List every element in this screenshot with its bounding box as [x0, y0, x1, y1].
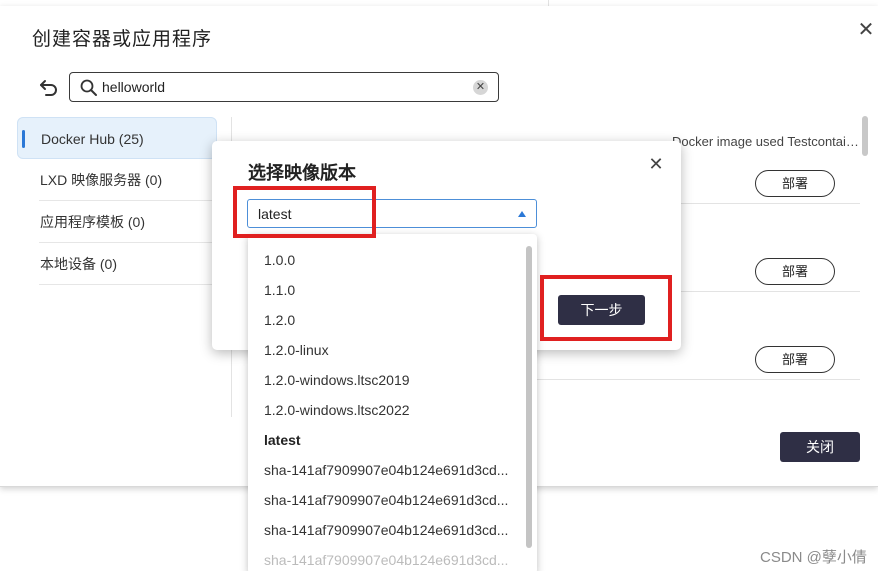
version-option[interactable]: sha-141af7909907e04b124e691d3cd... [248, 455, 518, 485]
annotation-highlight-select [233, 186, 376, 238]
deploy-button[interactable]: 部署 [755, 170, 835, 197]
close-button[interactable]: 关闭 [780, 432, 860, 462]
version-option-selected[interactable]: latest [248, 425, 518, 455]
dropdown-scrollbar[interactable] [526, 246, 532, 548]
source-sidebar: Docker Hub (25) LXD 映像服务器 (0) 应用程序模板 (0)… [17, 117, 217, 285]
annotation-highlight-next [540, 275, 672, 341]
version-option[interactable]: 1.2.0-windows.ltsc2019 [248, 365, 518, 395]
sidebar-item-local-devices[interactable]: 本地设备 (0) [39, 243, 217, 285]
version-option[interactable]: 1.2.0-windows.ltsc2022 [248, 395, 518, 425]
watermark: CSDN @孽小倩 [760, 549, 867, 566]
clear-search-icon[interactable]: ✕ [473, 80, 488, 95]
results-scrollbar[interactable] [862, 116, 868, 156]
sidebar-item-lxd[interactable]: LXD 映像服务器 (0) [39, 159, 217, 201]
search-input[interactable] [102, 77, 462, 97]
caret-up-icon [518, 211, 526, 217]
dialog-close-icon[interactable]: ✕ [856, 20, 876, 40]
version-option[interactable]: sha-141af7909907e04b124e691d3cd... [248, 485, 518, 515]
deploy-button[interactable]: 部署 [755, 346, 835, 373]
result-description: Docker image used Testcontainers' self-t… [672, 134, 862, 149]
version-options: 1.0.0 1.1.0 1.2.0 1.2.0-linux 1.2.0-wind… [248, 245, 518, 571]
version-option[interactable]: sha-141af7909907e04b124e691d3cd... [248, 545, 518, 571]
version-option[interactable]: 1.2.0 [248, 305, 518, 335]
sidebar-item-app-templates[interactable]: 应用程序模板 (0) [39, 201, 217, 243]
modal-close-icon[interactable]: ✕ [647, 155, 665, 173]
modal-title: 选择映像版本 [248, 163, 356, 183]
dialog-title: 创建容器或应用程序 [32, 29, 213, 50]
search-icon [80, 79, 98, 97]
search-box: ✕ [69, 72, 499, 102]
version-option[interactable]: sha-141af7909907e04b124e691d3cd... [248, 515, 518, 545]
sidebar-item-docker-hub[interactable]: Docker Hub (25) [17, 117, 217, 159]
version-option[interactable]: 1.2.0-linux [248, 335, 518, 365]
version-dropdown: 1.0.0 1.1.0 1.2.0 1.2.0-linux 1.2.0-wind… [248, 234, 537, 571]
version-option[interactable]: 1.0.0 [248, 245, 518, 275]
deploy-button[interactable]: 部署 [755, 258, 835, 285]
version-option[interactable]: 1.1.0 [248, 275, 518, 305]
back-arrow-icon[interactable] [38, 76, 60, 98]
